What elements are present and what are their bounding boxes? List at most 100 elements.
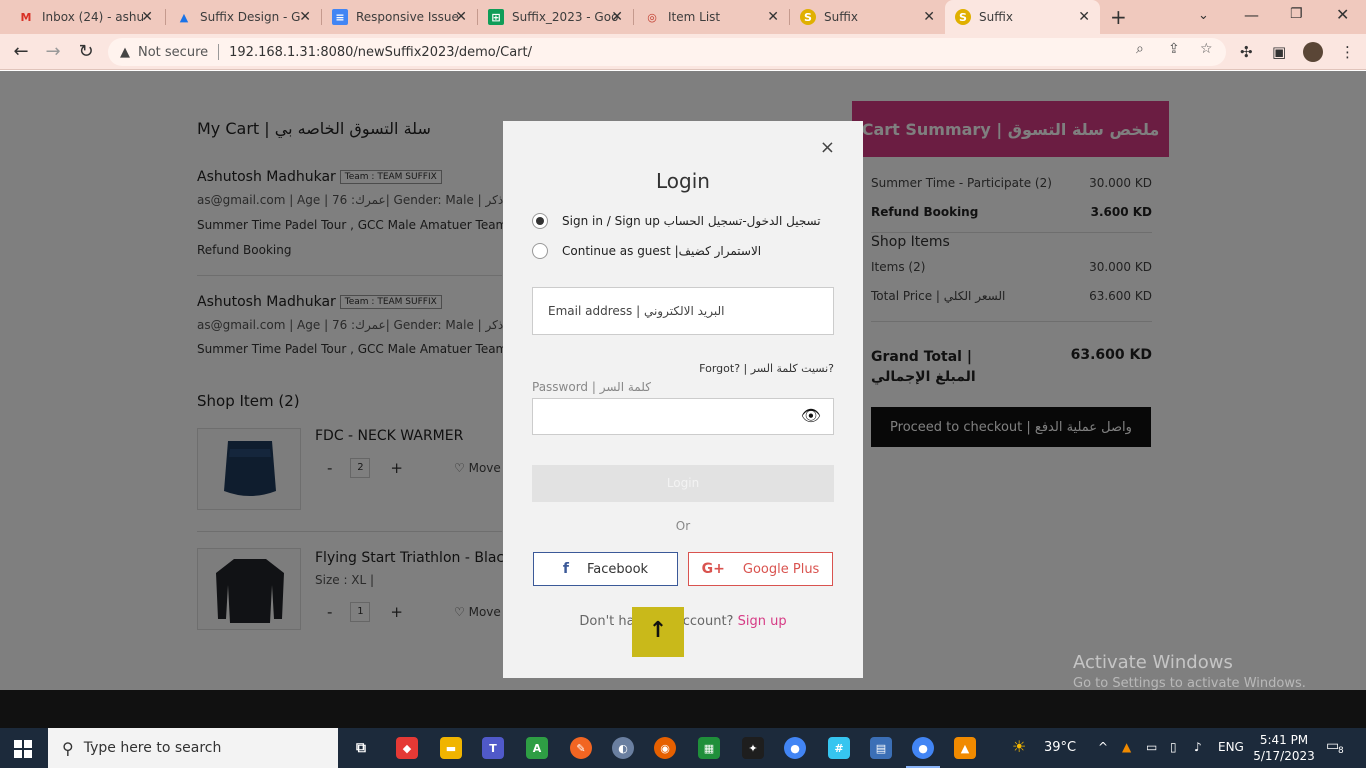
tray-chevron-icon[interactable]: ^	[1098, 740, 1108, 754]
close-icon[interactable]: ✕	[767, 9, 779, 25]
firefox-icon[interactable]: ◉	[654, 737, 676, 759]
browser-tab-suffix[interactable]: S Suffix ✕	[790, 0, 945, 34]
remote-desktop-icon[interactable]: ▤	[870, 737, 892, 759]
radio-label: Sign in / Sign up تسجيل الدخول-تسجيل الح…	[562, 214, 821, 228]
tab-label: Responsive Issue	[356, 10, 459, 24]
minimize-button[interactable]: —	[1244, 6, 1259, 24]
not-secure-label[interactable]: Not secure	[138, 45, 208, 60]
warning-triangle-icon[interactable]: ▲	[120, 45, 130, 60]
task-view-icon[interactable]: ⧉	[350, 737, 372, 759]
windows-taskbar: ⚲ Type here to search ⧉ ◆ ▬ T A ✎ ◐ ◉ ▦ …	[0, 728, 1366, 768]
facebook-label: Facebook	[587, 561, 649, 577]
modal-title: Login	[656, 169, 710, 193]
slack-icon[interactable]: #	[828, 737, 850, 759]
window-close-button[interactable]: ✕	[1336, 5, 1349, 24]
google-plus-label: Google Plus	[742, 561, 820, 577]
close-icon[interactable]: ✕	[455, 9, 467, 25]
facebook-button[interactable]: f Facebook	[533, 552, 678, 586]
side-panel-icon[interactable]: ▣	[1272, 43, 1286, 61]
close-icon[interactable]: ✕	[1078, 9, 1090, 25]
login-modal: × Login Sign in / Sign up تسجيل الدخول-ت…	[503, 121, 863, 678]
close-icon[interactable]: ✕	[141, 9, 153, 25]
kebab-menu-icon[interactable]: ⋮	[1340, 43, 1355, 61]
browser-tab-item-list[interactable]: ◎ Item List ✕	[634, 0, 789, 34]
browser-tab-drive[interactable]: ▲ Suffix Design - G ✕	[166, 0, 321, 34]
sheets-app-icon[interactable]: ▦	[698, 737, 720, 759]
windows-start-icon[interactable]	[14, 740, 32, 758]
language-indicator[interactable]: ENG	[1218, 740, 1244, 754]
forgot-password-link[interactable]: Forgot? | نسيت كلمة السر?	[699, 362, 834, 375]
browser-tab-suffix-active[interactable]: S Suffix ✕	[945, 0, 1100, 34]
password-label: Password | كلمة السر	[532, 380, 651, 394]
file-explorer-icon[interactable]: ▬	[440, 737, 462, 759]
clock-time: 5:41 PM	[1259, 733, 1309, 747]
url-text[interactable]: 192.168.1.31:8080/newSuffix2023/demo/Car…	[229, 45, 532, 60]
signup-link[interactable]: Sign up	[738, 614, 787, 629]
suffix-logo-icon: S	[800, 9, 816, 25]
close-icon[interactable]: ✕	[923, 9, 935, 25]
tab-search-chevron-icon[interactable]: ⌄	[1198, 8, 1209, 23]
clock-date: 5/17/2023	[1253, 749, 1315, 763]
browser-tab-docs[interactable]: ≡ Responsive Issue ✕	[322, 0, 477, 34]
arrow-up-icon: ↑	[648, 618, 668, 643]
weather-icon[interactable]: ☀	[1012, 737, 1026, 756]
email-input[interactable]: Email address | البريد الالكتروني	[532, 287, 834, 335]
browser-tab-bar: M Inbox (24) - ashu ✕ ▲ Suffix Design - …	[0, 0, 1366, 34]
tab-label: Suffix	[824, 10, 858, 24]
reload-icon[interactable]: ↻	[75, 41, 97, 63]
google-plus-icon: G+	[701, 561, 725, 577]
address-bar[interactable]: ▲ Not secure 192.168.1.31:8080/newSuffix…	[108, 38, 1226, 66]
network-app-icon[interactable]: ◐	[612, 737, 634, 759]
or-divider: Or	[675, 519, 691, 533]
chrome-icon[interactable]: ●	[784, 737, 806, 759]
system-clock[interactable]: 5:41 PM 5/17/2023	[1253, 732, 1315, 764]
eye-icon[interactable]: 👁	[801, 406, 821, 425]
vlc-tray-icon[interactable]: ▲	[1122, 740, 1131, 754]
zoom-icon[interactable]: ⌕	[1136, 41, 1144, 57]
chrome-active-icon[interactable]: ●	[912, 737, 934, 759]
forward-arrow-icon[interactable]: →	[42, 41, 64, 63]
browser-tab-gmail[interactable]: M Inbox (24) - ashu ✕	[8, 0, 163, 34]
back-arrow-icon[interactable]: ←	[10, 41, 32, 63]
search-icon: ⚲	[62, 738, 74, 758]
scroll-to-top-button[interactable]: ↑	[632, 607, 684, 657]
anydesk-icon[interactable]: ◆	[396, 737, 418, 759]
close-icon[interactable]: ✕	[299, 9, 311, 25]
radio-label: Continue as guest |الاستمرار كضيف	[562, 244, 762, 258]
battery-icon[interactable]: ▭	[1146, 740, 1157, 754]
login-button[interactable]: Login	[532, 465, 834, 502]
profile-avatar[interactable]	[1303, 42, 1323, 62]
postman-icon[interactable]: ✎	[570, 737, 592, 759]
app-icon[interactable]: A	[526, 737, 548, 759]
vlc-icon[interactable]: ▲	[954, 737, 976, 759]
extensions-puzzle-icon[interactable]: ✣	[1240, 43, 1253, 61]
site-icon: ◎	[647, 10, 657, 24]
tab-label: Item List	[668, 10, 721, 24]
radio-unselected-icon[interactable]	[532, 243, 548, 259]
figma-icon[interactable]: ✦	[742, 737, 764, 759]
radio-sign-in[interactable]: Sign in / Sign up تسجيل الدخول-تسجيل الح…	[532, 213, 821, 229]
new-tab-button[interactable]: +	[1110, 5, 1127, 29]
bookmark-star-icon[interactable]: ☆	[1200, 41, 1213, 57]
radio-selected-icon[interactable]	[532, 213, 548, 229]
tab-label: Suffix	[979, 10, 1013, 24]
activate-windows-title: Activate Windows	[1073, 652, 1233, 673]
modal-close-button[interactable]: ×	[820, 137, 835, 158]
weather-temp[interactable]: 39°C	[1044, 740, 1076, 755]
radio-guest[interactable]: Continue as guest |الاستمرار كضيف	[532, 243, 761, 259]
restore-button[interactable]: ❐	[1290, 6, 1303, 22]
teams-icon[interactable]: T	[482, 737, 504, 759]
tab-label: Inbox (24) - ashu	[42, 10, 145, 24]
browser-tab-sheets[interactable]: ⊞ Suffix_2023 - Goo ✕	[478, 0, 633, 34]
google-plus-button[interactable]: G+ Google Plus	[688, 552, 833, 586]
network-icon[interactable]: ▯	[1170, 740, 1177, 754]
password-input[interactable]: 👁	[532, 398, 834, 435]
taskbar-search-box[interactable]: ⚲ Type here to search	[48, 728, 338, 768]
gmail-icon: M	[20, 10, 32, 24]
facebook-icon: f	[562, 561, 569, 577]
notification-count: 8	[1338, 746, 1344, 756]
close-icon[interactable]: ✕	[611, 9, 623, 25]
search-placeholder: Type here to search	[83, 740, 222, 756]
volume-icon[interactable]: ♪	[1194, 740, 1202, 754]
share-icon[interactable]: ⇪	[1168, 41, 1180, 57]
